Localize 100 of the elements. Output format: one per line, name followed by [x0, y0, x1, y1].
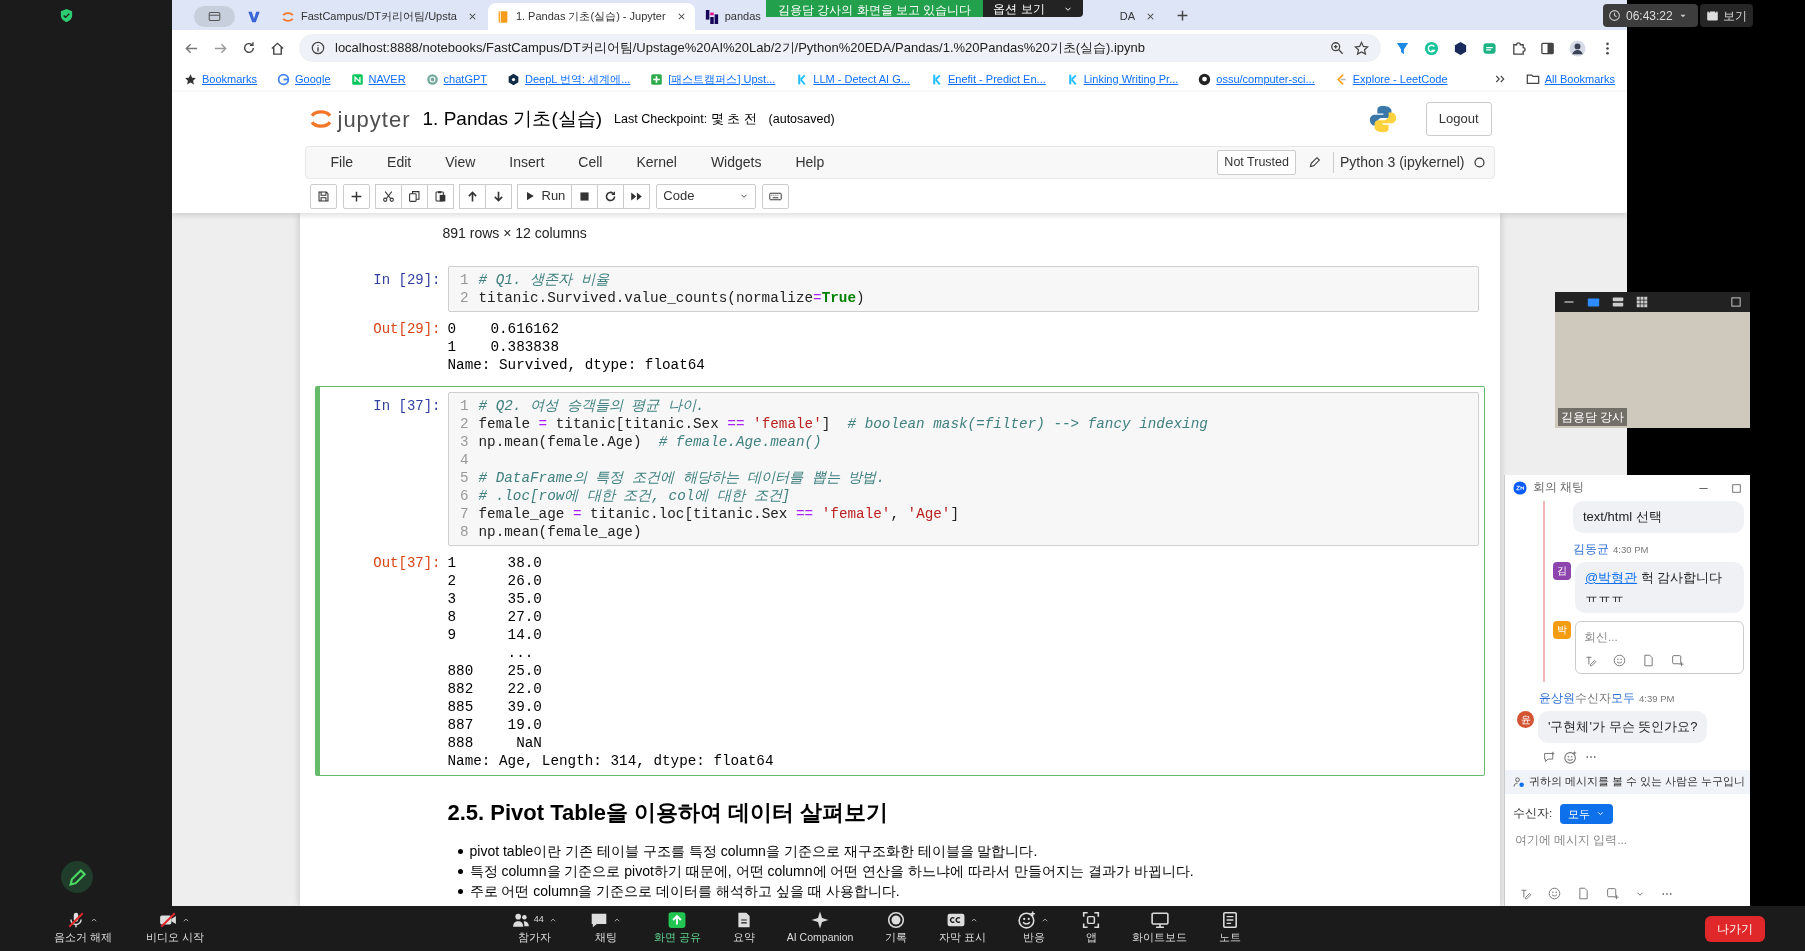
- options-button[interactable]: 옵션 보기: [983, 0, 1083, 17]
- toolbar-button[interactable]: 반응: [1014, 911, 1055, 946]
- mention-link[interactable]: @박형관: [1585, 569, 1638, 585]
- extension-icon[interactable]: [1453, 40, 1468, 56]
- chat-title: 회의 채팅: [1533, 480, 1585, 496]
- bookmark[interactable]: LLM - Detect AI G...: [795, 70, 910, 88]
- output-line: ...: [506, 644, 535, 662]
- recipient-dropdown[interactable]: 모두: [1560, 803, 1614, 824]
- toolbar-button[interactable]: 음소거 해제: [50, 911, 116, 946]
- toolbar-button[interactable]: 44 참가자: [507, 911, 562, 946]
- toolbar-button[interactable]: 화면 공유: [649, 911, 705, 946]
- notebook-title[interactable]: 1. Pandas 기초(실습): [422, 104, 603, 134]
- paste-button[interactable]: [426, 183, 454, 209]
- copy-button[interactable]: [400, 183, 428, 209]
- save-button[interactable]: [309, 183, 337, 209]
- kernel-name[interactable]: Python 3 (ipykernel): [1333, 152, 1465, 173]
- toolbar-button[interactable]: 앱: [1078, 911, 1105, 946]
- speaker-view-icon[interactable]: [1587, 295, 1600, 309]
- trust-button[interactable]: Not Trusted: [1217, 150, 1296, 175]
- toolbar-button[interactable]: AI Companion: [782, 911, 858, 946]
- toolbar-button[interactable]: 요약: [728, 911, 759, 946]
- new-tab-icon[interactable]: [1176, 9, 1190, 22]
- menu-item[interactable]: Edit: [370, 152, 429, 173]
- toolbar-button[interactable]: 노트: [1215, 911, 1246, 946]
- maximize-icon[interactable]: [1731, 482, 1742, 494]
- pencil-icon[interactable]: [60, 860, 94, 894]
- message-bubble: text/html 선택: [1573, 501, 1744, 533]
- run-button[interactable]: Run: [516, 183, 573, 209]
- more-bookmarks-icon[interactable]: [1493, 73, 1506, 85]
- menu-item[interactable]: File: [313, 152, 371, 173]
- star-icon[interactable]: [1354, 40, 1369, 56]
- logout-button[interactable]: Logout: [1425, 102, 1492, 136]
- format-icon[interactable]: [1584, 654, 1597, 667]
- menu-item[interactable]: Cell: [561, 152, 620, 173]
- file-icon[interactable]: [1642, 654, 1655, 667]
- code-cell[interactable]: [314, 386, 1485, 776]
- bookmark[interactable]: NAVER: [350, 70, 406, 88]
- puzzle-icon[interactable]: [1511, 40, 1526, 56]
- bullet-text: pivot table이란 기존 테이블 구조를 특정 column을 기준으로 재구조화한 테이블을 말합니다.: [469, 842, 1038, 861]
- move-down-button[interactable]: [484, 183, 512, 209]
- bookmark[interactable]: chatGPT: [425, 70, 487, 88]
- info-icon[interactable]: [311, 41, 325, 55]
- cell-type-dropdown[interactable]: Code: [656, 183, 757, 209]
- view-button[interactable]: 보기: [1700, 4, 1753, 27]
- file-icon[interactable]: [1577, 887, 1590, 900]
- code-cell[interactable]: In [29]: 1 # Q1. 생존자 비율 2 titanic.Survived.value_counts(normalize=True) Out[29]: 0 0.616162 1 0.383838 Name: Survived, dtype: float64: [314, 260, 1485, 380]
- bookmark[interactable]: [패스트캠퍼스] Upst...: [650, 70, 776, 88]
- sidebar-icon[interactable]: [1540, 40, 1555, 56]
- bookmark[interactable]: Bookmarks: [184, 70, 258, 88]
- screenshot-icon[interactable]: [1606, 887, 1619, 900]
- run-all-button[interactable]: [623, 183, 651, 209]
- favicon-icon: [277, 72, 291, 86]
- code-editor[interactable]: [447, 392, 1479, 546]
- avatar-icon[interactable]: [1569, 39, 1586, 57]
- format-icon[interactable]: [1519, 887, 1532, 900]
- bookmark[interactable]: Enefit - Predict En...: [929, 70, 1046, 88]
- menu-item[interactable]: Widgets: [693, 152, 779, 173]
- bookmark[interactable]: ossu/computer-sci...: [1198, 70, 1315, 88]
- emoji-icon[interactable]: [1564, 750, 1577, 764]
- stack-view-icon[interactable]: [1612, 296, 1624, 308]
- emoji-icon[interactable]: [1548, 887, 1561, 900]
- chat-icon: [589, 911, 608, 930]
- bookmark[interactable]: Explore - LeetCode: [1334, 70, 1448, 88]
- emoji-icon[interactable]: [1613, 654, 1626, 667]
- grid-view-icon[interactable]: [1636, 296, 1648, 308]
- code-editor[interactable]: 1 # Q1. 생존자 비율 2 titanic.Survived.value_counts(normalize=True): [447, 266, 1479, 312]
- window-icon[interactable]: [1730, 296, 1742, 308]
- reload-icon[interactable]: [242, 41, 256, 55]
- browser-tab[interactable]: 1. Pandas 기초(실습) - Jupyter: [487, 3, 695, 30]
- cut-button[interactable]: [374, 183, 402, 209]
- menu-item[interactable]: Insert: [492, 152, 562, 173]
- zoom-icon[interactable]: [1330, 41, 1344, 55]
- menu-item[interactable]: View: [428, 152, 493, 173]
- browser-tab[interactable]: pandas: [696, 3, 763, 30]
- home-icon[interactable]: [270, 40, 285, 56]
- pencil-icon[interactable]: [1308, 156, 1321, 169]
- toolbar-button[interactable]: 비디오 시작: [141, 911, 208, 946]
- screenshot-icon[interactable]: [1671, 654, 1684, 667]
- toolbar-button[interactable]: 채팅: [585, 911, 626, 946]
- menu-item[interactable]: Help: [778, 152, 842, 173]
- reply-icon[interactable]: [1543, 750, 1556, 764]
- menu-item[interactable]: Kernel: [619, 152, 694, 173]
- bookmark[interactable]: Google: [277, 70, 331, 88]
- all-bookmarks[interactable]: All Bookmarks: [1525, 70, 1615, 88]
- bookmark[interactable]: DeepL 번역: 세계에...: [507, 70, 631, 88]
- insert-cell-button[interactable]: [342, 183, 370, 209]
- move-up-button[interactable]: [458, 183, 486, 209]
- stop-button[interactable]: [571, 183, 599, 209]
- keyboard-shortcuts-button[interactable]: [762, 183, 790, 209]
- favicon-icon: [281, 9, 295, 24]
- toolbar-button[interactable]: 화이트보드: [1128, 911, 1192, 946]
- reply-box[interactable]: 회신...: [1575, 620, 1744, 674]
- toolbar-button[interactable]: 기록: [881, 911, 912, 946]
- bookmark[interactable]: Linking Writing Pr...: [1065, 70, 1179, 88]
- browser-tab[interactable]: [194, 6, 235, 27]
- restart-button[interactable]: [597, 183, 625, 209]
- browser-tab[interactable]: DA: [1111, 3, 1165, 30]
- toolbar-button[interactable]: 자막 표시: [935, 911, 991, 946]
- leave-button[interactable]: 나가기: [1705, 915, 1765, 942]
- browser-tab[interactable]: FastCampus/DT커리어팀/Upsta: [273, 3, 486, 30]
